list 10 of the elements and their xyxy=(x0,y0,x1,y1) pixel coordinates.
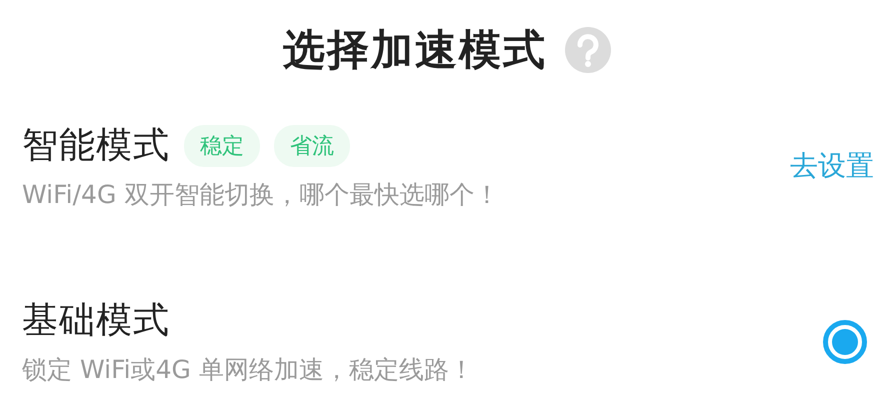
mode-description: WiFi/4G 双开智能切换，哪个最快选哪个！ xyxy=(22,179,500,211)
mode-description: 锁定 WiFi或4G 单网络加速，稳定线路！ xyxy=(22,354,474,386)
mode-name: 基础模式 xyxy=(22,299,170,343)
mode-tag: 省流 xyxy=(274,124,350,166)
radio-button[interactable] xyxy=(823,320,867,364)
mode-tag: 稳定 xyxy=(184,124,260,166)
mode-name: 智能模式 xyxy=(22,124,170,168)
settings-link[interactable]: 去设置 xyxy=(790,147,874,185)
page-title: 选择加速模式 xyxy=(283,24,547,76)
help-icon[interactable] xyxy=(565,27,611,73)
